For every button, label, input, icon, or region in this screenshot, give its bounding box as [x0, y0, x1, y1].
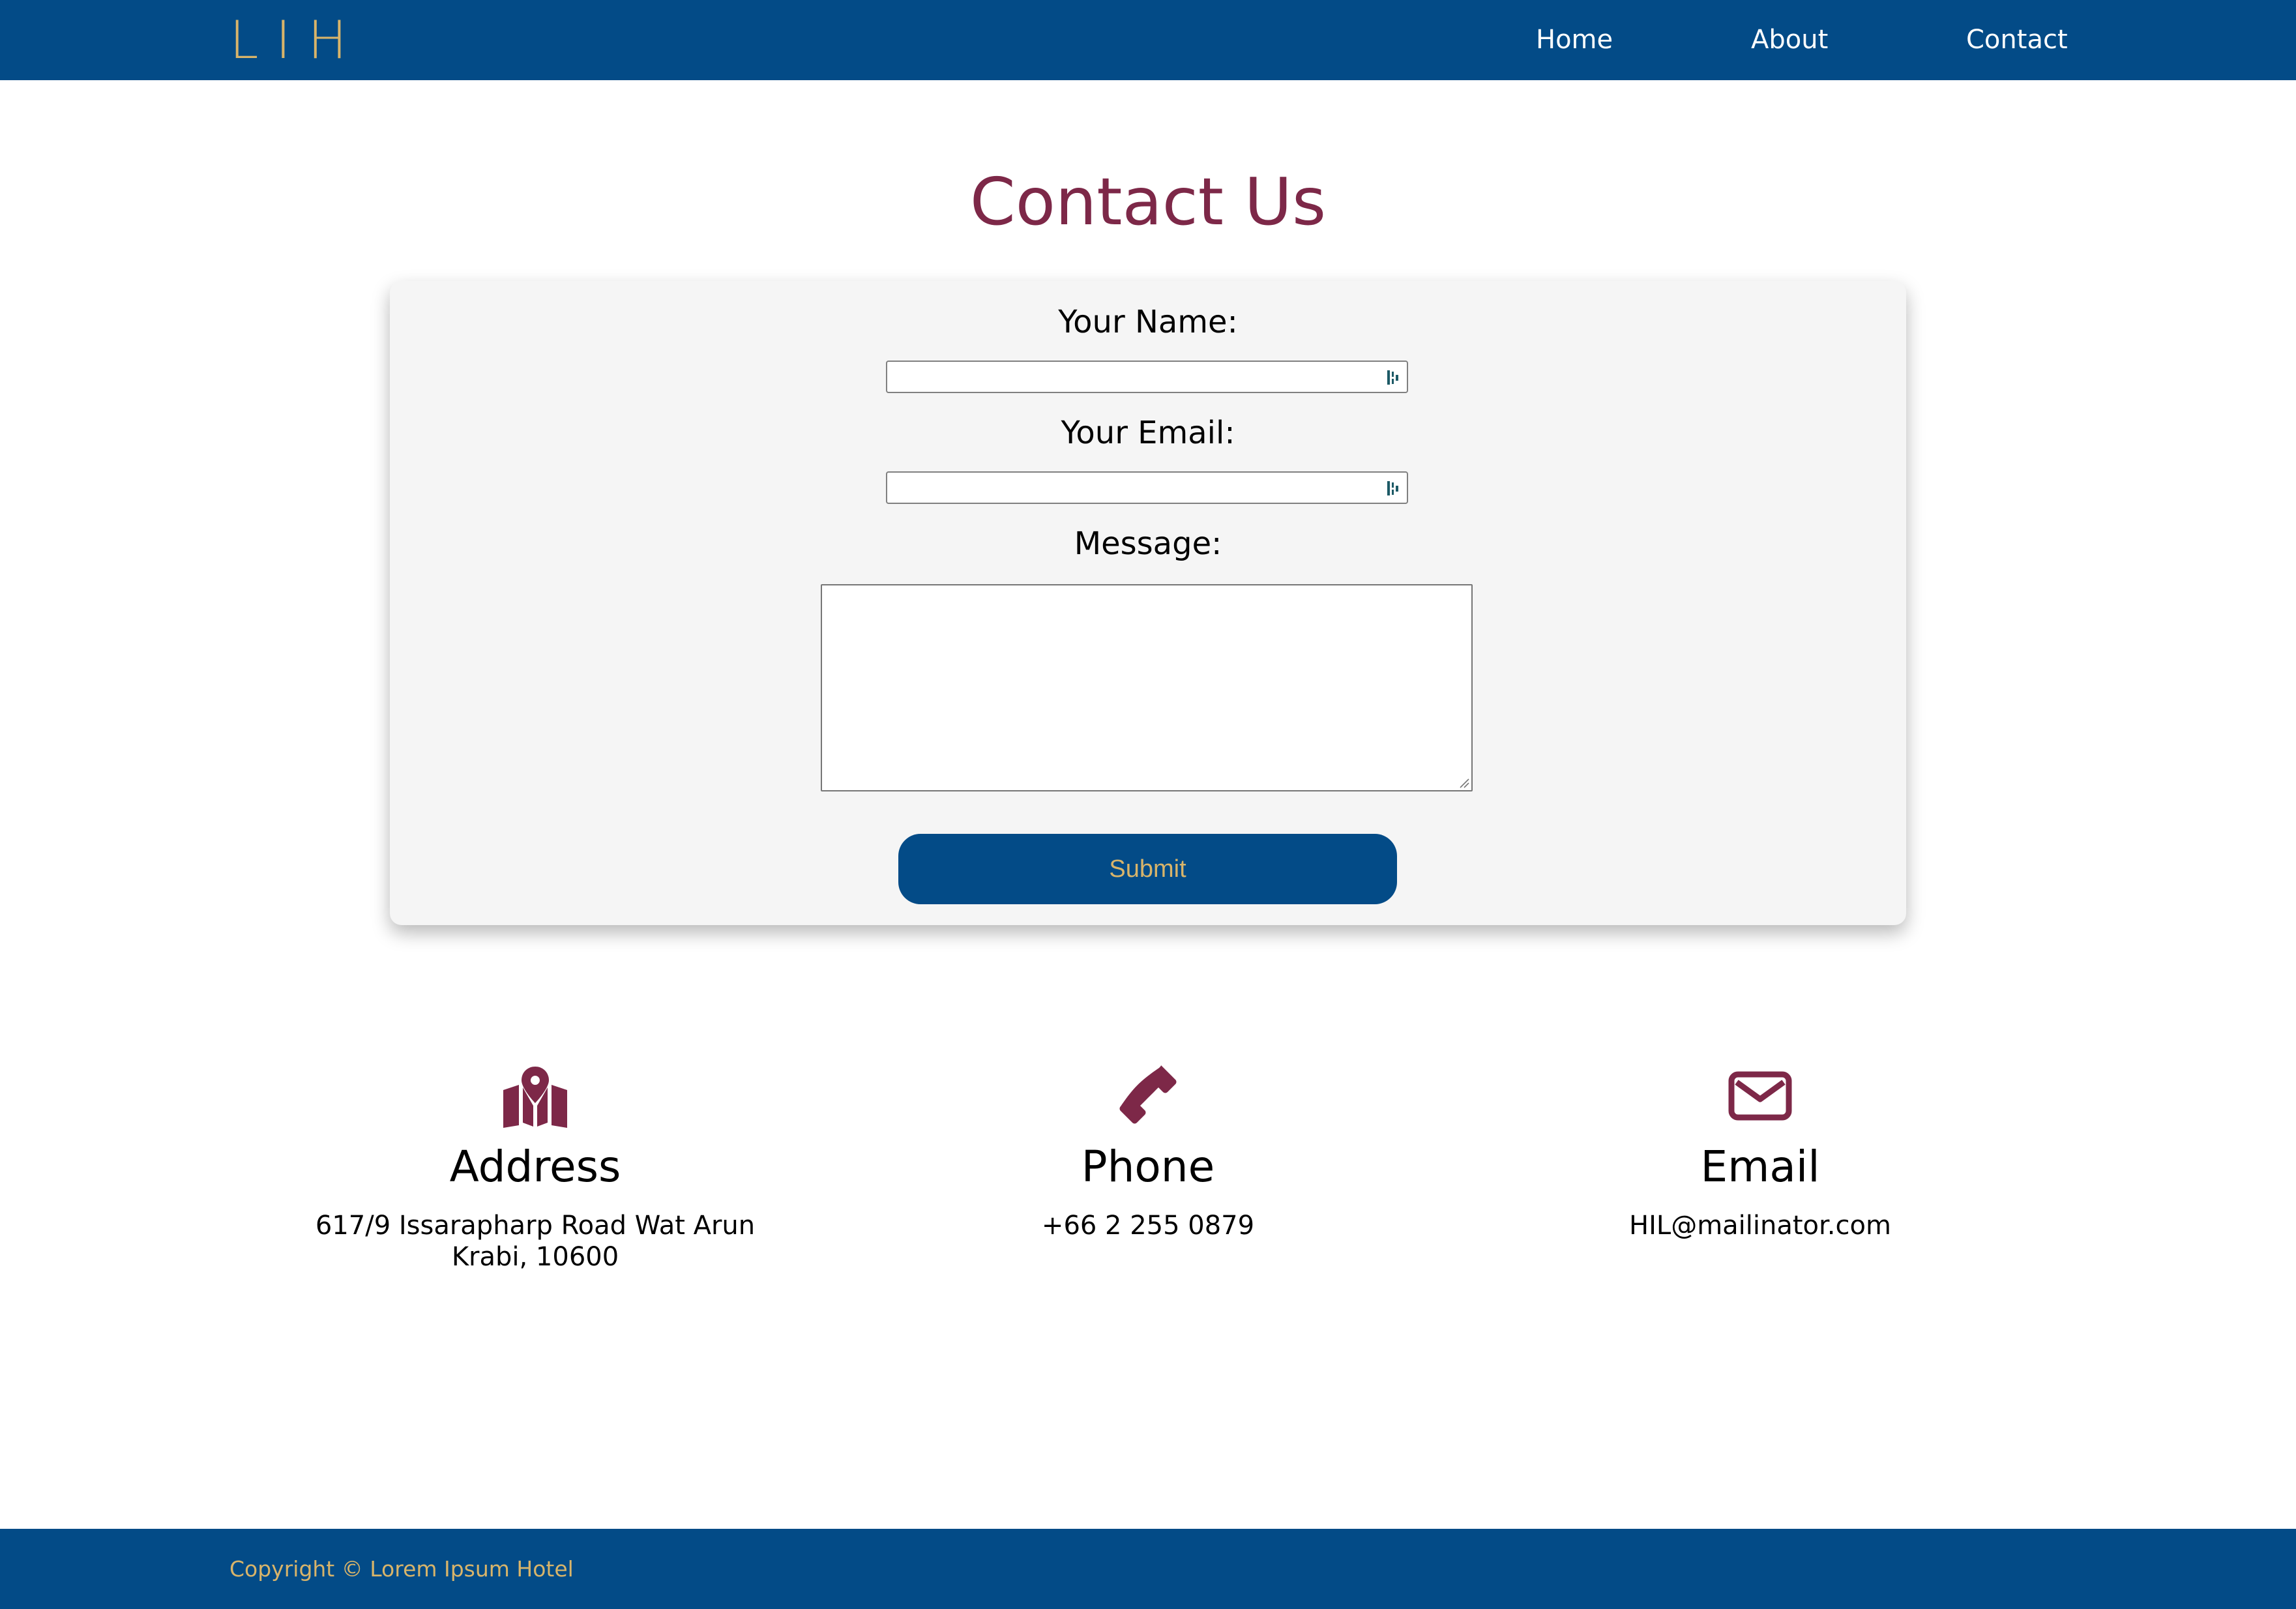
name-input[interactable]: [886, 361, 1408, 393]
email-address[interactable]: HIL@mailinator.com: [1467, 1210, 2053, 1241]
message-textarea[interactable]: [821, 584, 1473, 791]
site-logo[interactable]: LIH: [229, 9, 364, 71]
site-header: LIH Home About Contact: [0, 0, 2296, 80]
address-line-1: 617/9 Issarapharp Road Wat Arun: [315, 1211, 756, 1241]
submit-button[interactable]: Submit: [898, 834, 1397, 904]
address-heading: Address: [449, 1142, 621, 1192]
password-manager-icon[interactable]: [1386, 368, 1400, 387]
email-input[interactable]: [886, 471, 1408, 504]
password-manager-icon[interactable]: [1386, 479, 1400, 497]
site-footer: Copyright © Lorem Ipsum Hotel: [0, 1529, 2296, 1609]
nav-contact-link[interactable]: Contact: [1966, 0, 2068, 80]
contact-form: Your Name: Your Email: Message: Submit: [390, 281, 1906, 925]
page-title: Contact Us: [969, 164, 1327, 240]
phone-heading: Phone: [1081, 1142, 1215, 1192]
phone-number[interactable]: +66 2 255 0879: [855, 1210, 1441, 1241]
resize-grip-icon[interactable]: [1459, 778, 1469, 788]
address-line-2: Krabi, 10600: [451, 1242, 619, 1272]
nav-about-link[interactable]: About: [1751, 0, 1828, 80]
map-marker-icon: [503, 1067, 567, 1128]
email-section: Email HIL@mailinator.com: [1467, 1063, 2053, 1241]
copyright-text: Copyright © Lorem Ipsum Hotel: [229, 1556, 574, 1582]
email-label: Your Email:: [1061, 415, 1235, 451]
address-section: Address 617/9 Issarapharp Road Wat Arun …: [242, 1063, 829, 1273]
phone-icon: [1119, 1065, 1177, 1124]
envelope-icon: [1728, 1071, 1792, 1121]
email-heading: Email: [1700, 1142, 1820, 1192]
message-label: Message:: [1074, 525, 1222, 562]
name-label: Your Name:: [1058, 304, 1238, 340]
phone-section: Phone +66 2 255 0879: [855, 1063, 1441, 1241]
nav-home-link[interactable]: Home: [1536, 0, 1613, 80]
